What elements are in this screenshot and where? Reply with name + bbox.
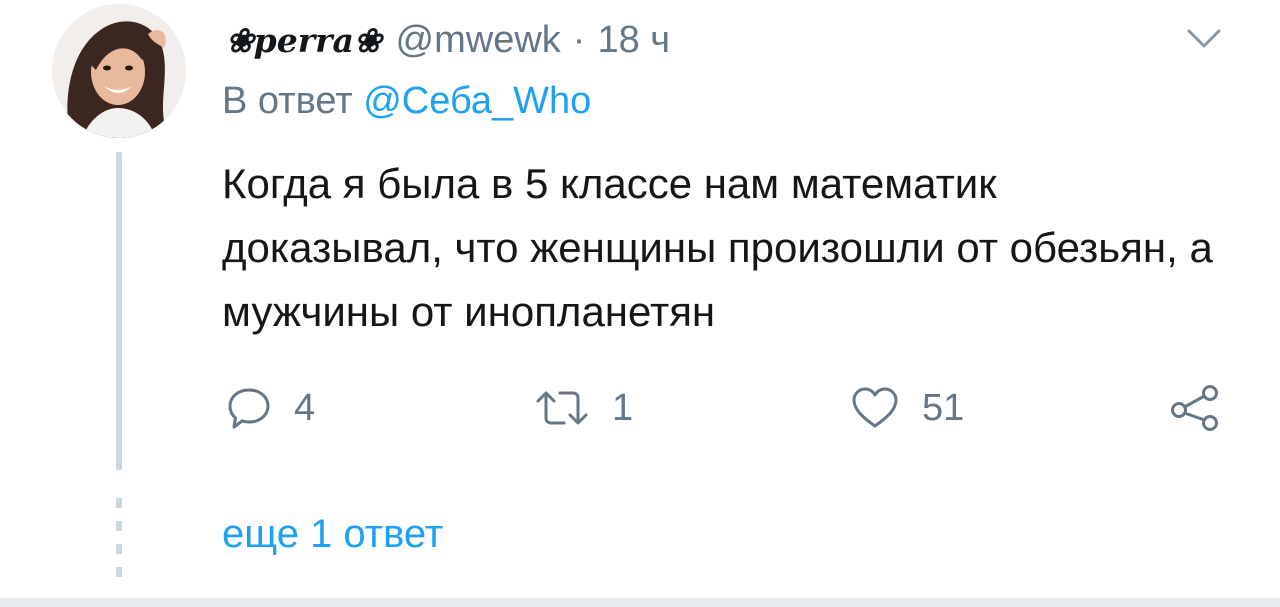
retweet-icon	[534, 385, 590, 431]
tweet-divider	[0, 598, 1280, 607]
retweet-button[interactable]: 1	[534, 380, 633, 436]
tweet-card: ❀реrra❀ @mwewk · 18 ч В ответ @Себа_Who …	[0, 0, 1280, 607]
reply-context: В ответ @Себа_Who	[222, 80, 591, 123]
reply-to-handle-link[interactable]: @Себа_Who	[363, 80, 591, 122]
share-icon	[1168, 383, 1222, 433]
avatar[interactable]	[52, 4, 186, 138]
like-count: 51	[922, 386, 965, 429]
tweet-header: ❀реrra❀ @mwewk · 18 ч	[226, 14, 670, 66]
share-button[interactable]	[1168, 380, 1222, 436]
reply-bubble-icon	[226, 385, 272, 431]
reply-prefix: В ответ	[222, 80, 353, 122]
author-display-name[interactable]: ❀реrra❀	[226, 21, 382, 60]
header-separator: ·	[572, 18, 586, 61]
tweet-timestamp[interactable]: 18 ч	[597, 19, 670, 62]
thread-line	[116, 152, 122, 470]
reply-button[interactable]: 4	[226, 380, 315, 436]
author-handle[interactable]: @mwewk	[396, 19, 561, 62]
heart-icon	[850, 385, 900, 431]
avatar-photo	[52, 4, 186, 138]
thread-continuation-dots	[116, 498, 122, 578]
retweet-count: 1	[612, 386, 634, 429]
like-button[interactable]: 51	[850, 380, 964, 436]
show-more-replies-link[interactable]: еще 1 ответ	[222, 512, 443, 557]
action-bar: 4 1 51	[222, 380, 1232, 436]
chevron-down-icon[interactable]	[1186, 28, 1222, 50]
reply-count: 4	[294, 386, 316, 429]
tweet-text: Когда я была в 5 классе нам математик до…	[222, 160, 1213, 335]
